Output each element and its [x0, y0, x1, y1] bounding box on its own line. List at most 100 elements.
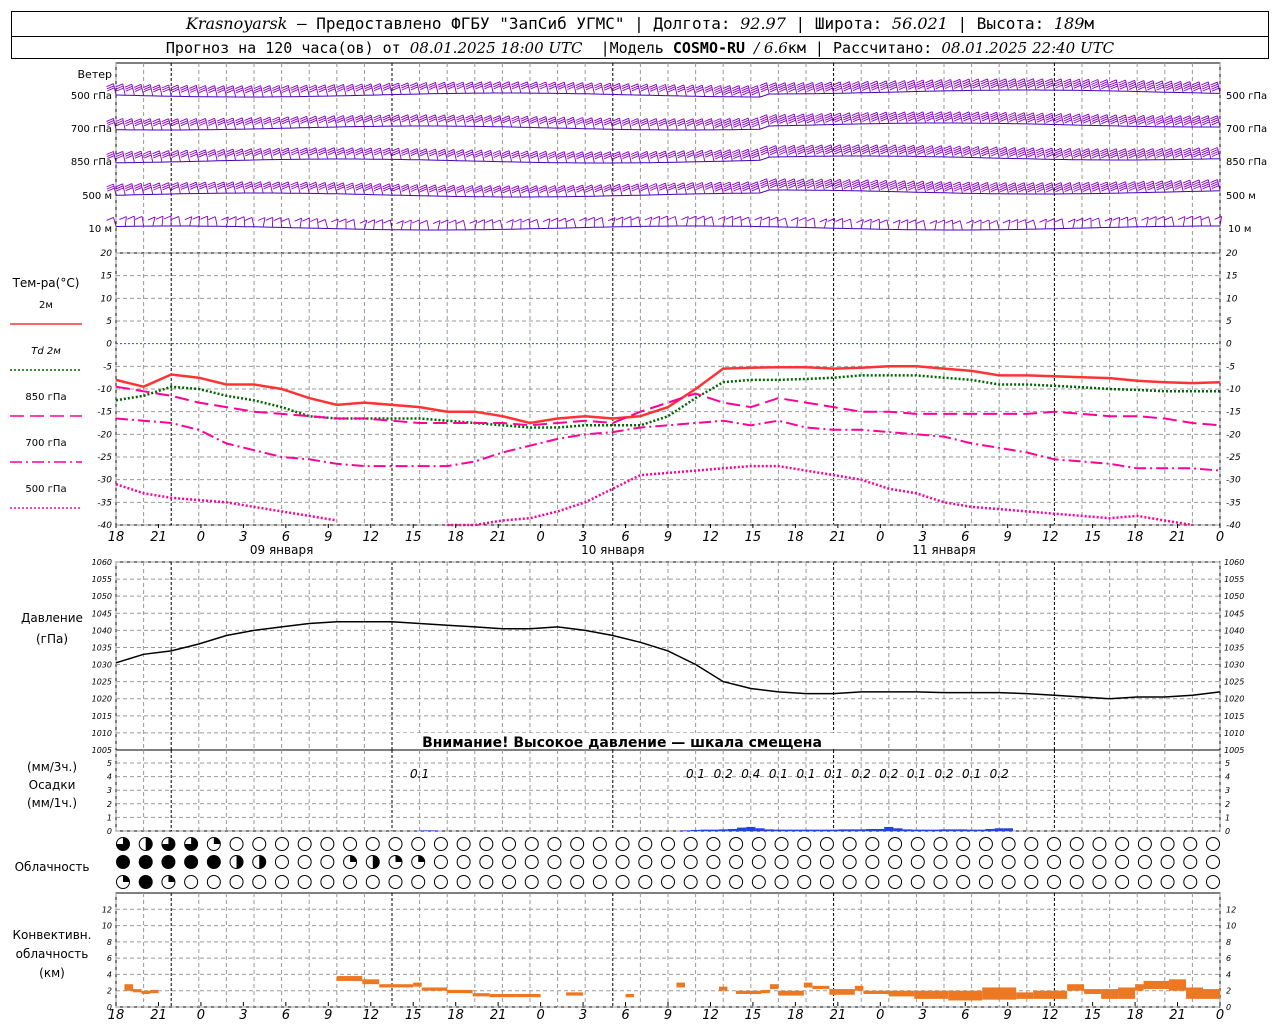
- pressure-tick-label-left: 1020: [92, 695, 112, 704]
- hour-tick-label: 21: [150, 530, 167, 545]
- conv-tick-label-right: 12: [1226, 905, 1236, 914]
- wind-barb: [359, 219, 368, 230]
- wind-barb: [338, 218, 347, 229]
- wind-barb: [391, 82, 402, 95]
- wind-barb: [952, 145, 963, 158]
- precip-3h-label: 0.1: [410, 767, 429, 781]
- cloud-cover-symbol: [138, 875, 153, 889]
- conv-cloud-bar: [421, 987, 448, 991]
- cloud-cover-symbol: [502, 875, 517, 889]
- wind-barb: [184, 216, 193, 227]
- temp-legend-label: 500 гПа: [25, 484, 66, 495]
- wind-barb: [363, 114, 375, 127]
- wind-barb: [428, 114, 439, 127]
- wind-barb: [1109, 79, 1120, 92]
- wind-barb: [1164, 80, 1175, 93]
- pressure-tick-label-left: 1050: [92, 592, 112, 601]
- wind-barb: [621, 117, 632, 130]
- wind-barb: [170, 149, 181, 162]
- wind-barb: [888, 180, 899, 192]
- conv-cloud-bar: [336, 976, 363, 981]
- cloud-ylabel: Облачность: [15, 860, 90, 874]
- wind-barb: [1210, 115, 1221, 128]
- wind-barb: [529, 185, 540, 197]
- wind-barb: [179, 149, 191, 162]
- wind-barb: [290, 181, 301, 194]
- wind-barb: [860, 80, 871, 93]
- pressure-tick-label-right: 1050: [1224, 592, 1244, 601]
- wind-barb: [317, 115, 329, 128]
- wind-barb: [658, 84, 669, 96]
- wind-barb: [1081, 113, 1092, 126]
- wind-barb: [529, 115, 540, 128]
- precip-3h-label: 0.2: [852, 767, 871, 781]
- wind-barb: [667, 118, 678, 131]
- wind-barb: [262, 181, 273, 194]
- cloud-cover-symbol: [910, 875, 925, 889]
- conv-cloud-bar: [132, 989, 142, 993]
- cloud-cover-symbol: [706, 855, 721, 869]
- hour-tick-label: 0: [197, 1008, 205, 1023]
- wind-barb: [271, 147, 283, 160]
- wind-barb: [667, 150, 678, 163]
- cloud-cover-symbol: [206, 875, 221, 889]
- wind-barb: [538, 81, 549, 94]
- wind-barb: [318, 218, 329, 229]
- cloud-cover-symbol: [661, 875, 675, 889]
- wind-barb: [668, 216, 678, 227]
- wind-barb: [170, 118, 181, 131]
- wind-barb: [474, 185, 485, 197]
- precip-bar: [691, 829, 701, 831]
- cloud-cover-symbol: [479, 875, 494, 889]
- wind-barb: [216, 148, 227, 161]
- wind-barb: [189, 181, 200, 194]
- wind-barb: [143, 84, 154, 96]
- wind-barb: [1044, 147, 1055, 160]
- conv-tick-label-right: 2: [1226, 987, 1231, 996]
- cloud-cover-symbol: [570, 855, 585, 869]
- hour-tick-label: 15: [745, 1008, 762, 1023]
- wind-barb: [934, 79, 945, 91]
- cloud-cover-symbol: [229, 837, 244, 851]
- wind-barb: [833, 144, 844, 157]
- hour-tick-label: 3: [579, 1008, 587, 1023]
- wind-barb: [1145, 80, 1157, 93]
- cloud-cover-symbol: [751, 855, 766, 869]
- cloud-cover-symbol: [978, 875, 993, 889]
- wind-barb: [1081, 78, 1092, 91]
- wind-barb: [989, 78, 1000, 91]
- cloud-cover-symbol: [842, 855, 857, 869]
- cloud-cover-symbol: [138, 855, 153, 869]
- conv-cloud-bar: [718, 986, 728, 991]
- cloud-cover-symbol: [502, 855, 517, 869]
- wind-barb: [152, 182, 163, 195]
- conv-cloud-bar: [489, 993, 516, 998]
- cloud-cover-symbol: [1206, 837, 1220, 851]
- cloud-cover-symbol: [819, 837, 834, 851]
- wind-barb: [1201, 147, 1212, 159]
- wind-barb: [529, 150, 540, 163]
- wind-barb: [216, 181, 227, 194]
- hour-tick-label: 18: [447, 1008, 464, 1023]
- wind-barb: [1072, 78, 1083, 91]
- wind-barb: [419, 184, 430, 196]
- wind-barb: [1109, 148, 1120, 161]
- conv-cloud-bar: [149, 989, 159, 994]
- conv-cloud-bar: [829, 989, 855, 995]
- wind-barb: [1026, 182, 1037, 195]
- cloud-cover-symbol: [1115, 837, 1130, 851]
- wind-barb: [1044, 112, 1055, 125]
- precip-tick-label-left: 4: [107, 773, 112, 782]
- wind-barb: [257, 217, 266, 228]
- wind-barb: [906, 79, 917, 92]
- cloud-cover-symbol: [661, 855, 675, 869]
- wind-barb: [713, 118, 724, 130]
- cloud-cover-symbol: [956, 875, 971, 889]
- wind-barb: [419, 148, 430, 161]
- wind-barb: [1127, 181, 1138, 193]
- wind-barb: [888, 144, 899, 157]
- precip-3h-label: 0.1: [962, 767, 981, 781]
- wind-barb: [521, 218, 531, 229]
- wind-barb: [134, 215, 145, 227]
- wind-barb: [327, 182, 338, 194]
